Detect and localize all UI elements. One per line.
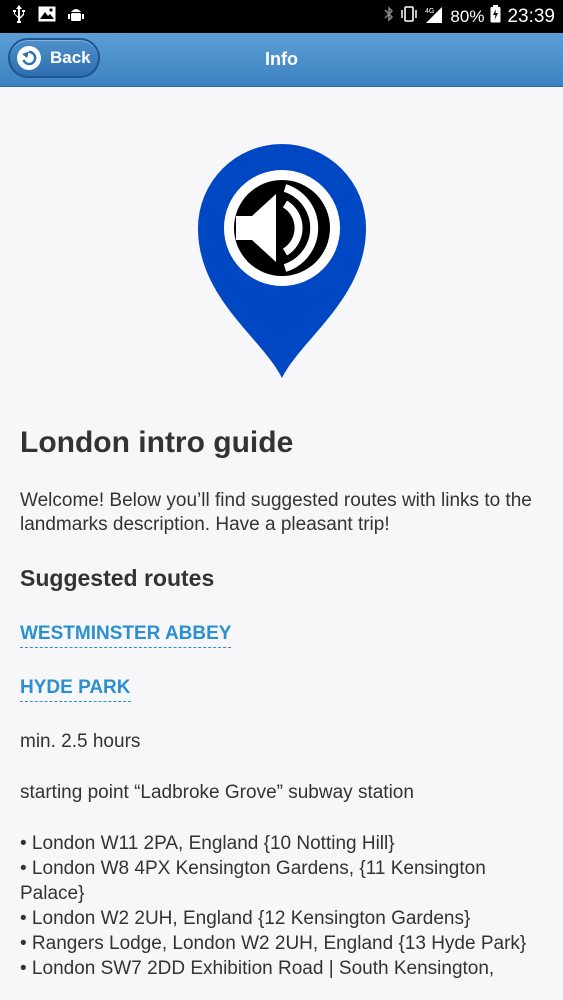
gallery-icon xyxy=(38,6,56,27)
route-starting-point: starting point “Ladbroke Grove” subway s… xyxy=(20,782,414,803)
list-item: • Rangers Lodge, London W2 2UH, England … xyxy=(20,933,527,954)
bluetooth-icon xyxy=(384,6,394,27)
android-debug-icon xyxy=(68,6,84,28)
app-header: Back Info xyxy=(0,33,563,87)
route-link-hyde-park[interactable]: HYDE PARK xyxy=(20,677,131,702)
svg-text:4G: 4G xyxy=(425,8,434,15)
usb-icon xyxy=(12,5,26,28)
list-item: • London SW7 2DD Exhibition Road | South… xyxy=(20,958,495,979)
back-button[interactable]: Back xyxy=(8,38,100,78)
vibrate-icon xyxy=(400,6,418,27)
route-duration: min. 2.5 hours xyxy=(20,731,141,752)
guide-title: London intro guide xyxy=(20,426,294,459)
back-arrow-icon xyxy=(17,46,41,70)
list-item: • London W8 4PX Kensington Gardens, {11 … xyxy=(20,858,486,904)
clock: 23:39 xyxy=(507,5,555,27)
status-bar: 4G 80% 23:39 xyxy=(0,0,563,33)
guide-intro: Welcome! Below you’ll find suggested rou… xyxy=(20,490,532,535)
battery-icon xyxy=(490,5,501,28)
audio-guide-pin-icon xyxy=(196,142,368,380)
suggested-routes-heading: Suggested routes xyxy=(20,565,215,591)
list-item: • London W11 2PA, England {10 Notting Hi… xyxy=(20,833,395,854)
list-item: • London W2 2UH, England {12 Kensington … xyxy=(20,908,471,929)
signal-icon: 4G xyxy=(424,5,444,28)
battery-percent: 80% xyxy=(450,6,485,26)
back-button-label: Back xyxy=(50,48,91,67)
address-list: • London W11 2PA, England {10 Notting Hi… xyxy=(20,831,545,981)
route-link-westminster-abbey[interactable]: WESTMINSTER ABBEY xyxy=(20,623,232,648)
